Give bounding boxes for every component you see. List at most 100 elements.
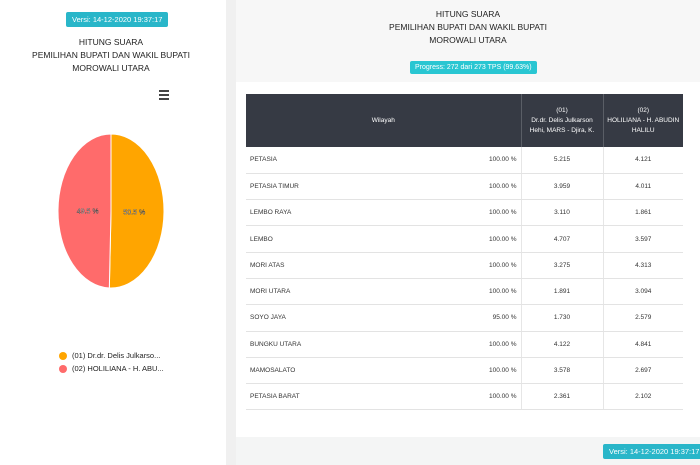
reporting-percent: 100.00 % <box>489 367 517 375</box>
header-01-number: (01) <box>556 106 568 114</box>
right-header: HITUNG SUARA PEMILIHAN BUPATI DAN WAKIL … <box>236 0 700 82</box>
legend-item-02[interactable]: (02) HOLILIANA - H. ABU... <box>59 362 164 375</box>
vote-share-pie-chart: 50.5 % 49.5 % <box>57 133 165 289</box>
region-cell: SOYO JAYA 95.00 % <box>246 304 522 332</box>
region-link[interactable]: LEMBO <box>250 236 273 243</box>
votes-candidate-01: 4.707 <box>521 225 604 253</box>
legend-dot-01 <box>59 351 67 360</box>
reporting-percent: 100.00 % <box>489 340 517 348</box>
left-title: HITUNG SUARA PEMILIHAN BUPATI DAN WAKIL … <box>0 36 222 75</box>
table-header-row: Wilayah (01) Dr.dr. Delis Julkarson Hehi… <box>246 94 683 147</box>
right-title-line-2: PEMILIHAN BUPATI DAN WAKIL BUPATI <box>389 22 547 32</box>
region-cell: PETASIA 100.00 % <box>246 147 522 174</box>
panel-divider <box>226 0 236 465</box>
table-row: PETASIA BARAT 100.00 % 2.361 2.102 <box>246 383 683 411</box>
region-cell: LEMBO RAYA 100.00 % <box>246 199 522 227</box>
left-title-line-3: MOROWALI UTARA <box>72 63 150 73</box>
legend-item-01[interactable]: (01) Dr.dr. Delis Julkarso... <box>59 349 164 362</box>
header-01-name: Dr.dr. Delis Julkarson <box>531 116 593 124</box>
region-link[interactable]: PETASIA BARAT <box>250 393 300 400</box>
region-cell: PETASIA BARAT 100.00 % <box>246 383 522 411</box>
table-row: BUNGKU UTARA 100.00 % 4.122 4.841 <box>246 331 683 358</box>
header-02-name-2: HALILU <box>631 126 655 134</box>
votes-candidate-02: 2.697 <box>603 357 683 385</box>
table-row: LEMBO RAYA 100.00 % 3.110 1.861 <box>246 199 683 227</box>
votes-candidate-01: 3.275 <box>521 252 604 279</box>
votes-candidate-01: 5.215 <box>521 147 604 174</box>
votes-candidate-02: 2.579 <box>603 304 683 332</box>
table-row: MAMOSALATO 100.00 % 3.578 2.697 <box>246 357 683 385</box>
right-panel: HITUNG SUARA PEMILIHAN BUPATI DAN WAKIL … <box>236 0 700 465</box>
votes-candidate-01: 2.361 <box>521 383 604 411</box>
left-panel: Versi: 14-12-2020 19:37:17 HITUNG SUARA … <box>0 0 226 465</box>
right-title-line-1: HITUNG SUARA <box>435 9 501 19</box>
table-row: SOYO JAYA 95.00 % 1.730 2.579 <box>246 304 683 332</box>
right-title: HITUNG SUARA PEMILIHAN BUPATI DAN WAKIL … <box>236 8 700 47</box>
votes-candidate-01: 1.891 <box>521 278 604 306</box>
votes-candidate-02: 3.597 <box>603 225 683 253</box>
region-cell: BUNGKU UTARA 100.00 % <box>246 331 522 358</box>
votes-candidate-02: 4.313 <box>603 252 683 279</box>
region-link[interactable]: SOYO JAYA <box>250 314 286 321</box>
version-badge-bottom: Versi: 14-12-2020 19:37:17 <box>603 444 700 459</box>
page: Versi: 14-12-2020 19:37:17 HITUNG SUARA … <box>0 0 700 465</box>
votes-candidate-02: 1.861 <box>603 199 683 227</box>
votes-candidate-02: 4.841 <box>603 331 683 358</box>
right-title-line-3: MOROWALI UTARA <box>429 35 507 45</box>
table-row: LEMBO 100.00 % 4.707 3.597 <box>246 225 683 253</box>
reporting-percent: 100.00 % <box>489 182 517 190</box>
region-cell: LEMBO 100.00 % <box>246 225 522 253</box>
reporting-percent: 100.00 % <box>489 209 517 217</box>
region-link[interactable]: MORI UTARA <box>250 288 290 295</box>
table-row: PETASIA TIMUR 100.00 % 3.959 4.011 <box>246 173 683 201</box>
reporting-percent: 100.00 % <box>489 235 517 243</box>
pie-label-1: 50.5 % <box>123 210 145 217</box>
votes-candidate-01: 3.578 <box>521 357 604 385</box>
legend-label-01: (01) Dr.dr. Delis Julkarso... <box>72 351 161 360</box>
votes-candidate-02: 3.094 <box>603 278 683 306</box>
chart-legend: (01) Dr.dr. Delis Julkarso... (02) HOLIL… <box>59 349 164 375</box>
table-row: MORI ATAS 100.00 % 3.275 4.313 <box>246 252 683 279</box>
votes-candidate-01: 1.730 <box>521 304 604 332</box>
region-link[interactable]: MAMOSALATO <box>250 367 295 374</box>
progress-badge: Progress: 272 dari 273 TPS (99.63%) <box>410 61 537 74</box>
results-table-body: PETASIA 100.00 % 5.215 4.121 PETASIA TIMUR 10… <box>246 147 683 411</box>
results-card: Wilayah (01) Dr.dr. Delis Julkarson Hehi… <box>236 82 700 437</box>
left-title-line-1: HITUNG SUARA <box>78 37 144 47</box>
header-02-number: (02) <box>637 106 650 114</box>
version-badge: Versi: 14-12-2020 19:37:17 <box>66 12 169 27</box>
pie-label-2: 49.5 % <box>77 208 99 215</box>
region-link[interactable]: LEMBO RAYA <box>250 209 291 216</box>
region-cell: MAMOSALATO 100.00 % <box>246 357 522 385</box>
region-link[interactable]: MORI ATAS <box>250 262 284 269</box>
left-title-line-2: PEMILIHAN BUPATI DAN WAKIL BUPATI <box>32 50 190 60</box>
reporting-percent: 95.00 % <box>492 314 517 322</box>
region-cell: PETASIA TIMUR 100.00 % <box>246 173 522 201</box>
header-candidate-02: (02) HOLILIANA - H. ABUDIN HALILU <box>603 94 683 147</box>
hamburger-icon[interactable] <box>159 90 169 100</box>
votes-candidate-01: 4.122 <box>521 331 604 358</box>
votes-candidate-01: 3.959 <box>521 173 604 201</box>
header-wilayah: Wilayah <box>246 94 522 147</box>
votes-candidate-01: 3.110 <box>521 199 604 227</box>
region-cell: MORI ATAS 100.00 % <box>246 252 522 279</box>
region-link[interactable]: PETASIA TIMUR <box>250 183 299 190</box>
votes-candidate-02: 4.011 <box>603 173 683 201</box>
reporting-percent: 100.00 % <box>489 288 517 296</box>
region-link[interactable]: PETASIA <box>250 156 277 163</box>
region-link[interactable]: BUNGKU UTARA <box>250 341 301 348</box>
region-cell: MORI UTARA 100.00 % <box>246 278 522 306</box>
table-row: PETASIA 100.00 % 5.215 4.121 <box>246 147 683 174</box>
votes-candidate-02: 4.121 <box>603 147 683 174</box>
votes-candidate-02: 2.102 <box>603 383 683 411</box>
legend-dot-02 <box>59 364 67 373</box>
reporting-percent: 100.00 % <box>489 393 517 401</box>
header-candidate-01: (01) Dr.dr. Delis Julkarson Hehi, MARS -… <box>521 94 604 147</box>
header-02-name: HOLILIANA - H. ABUDIN <box>607 116 680 124</box>
legend-label-02: (02) HOLILIANA - H. ABU... <box>72 364 164 373</box>
reporting-percent: 100.00 % <box>489 156 517 164</box>
header-01-name-2: Hehi, MARS - Djira, K. <box>529 126 595 134</box>
table-row: MORI UTARA 100.00 % 1.891 3.094 <box>246 278 683 306</box>
reporting-percent: 100.00 % <box>489 261 517 269</box>
results-table: Wilayah (01) Dr.dr. Delis Julkarson Hehi… <box>246 94 683 411</box>
